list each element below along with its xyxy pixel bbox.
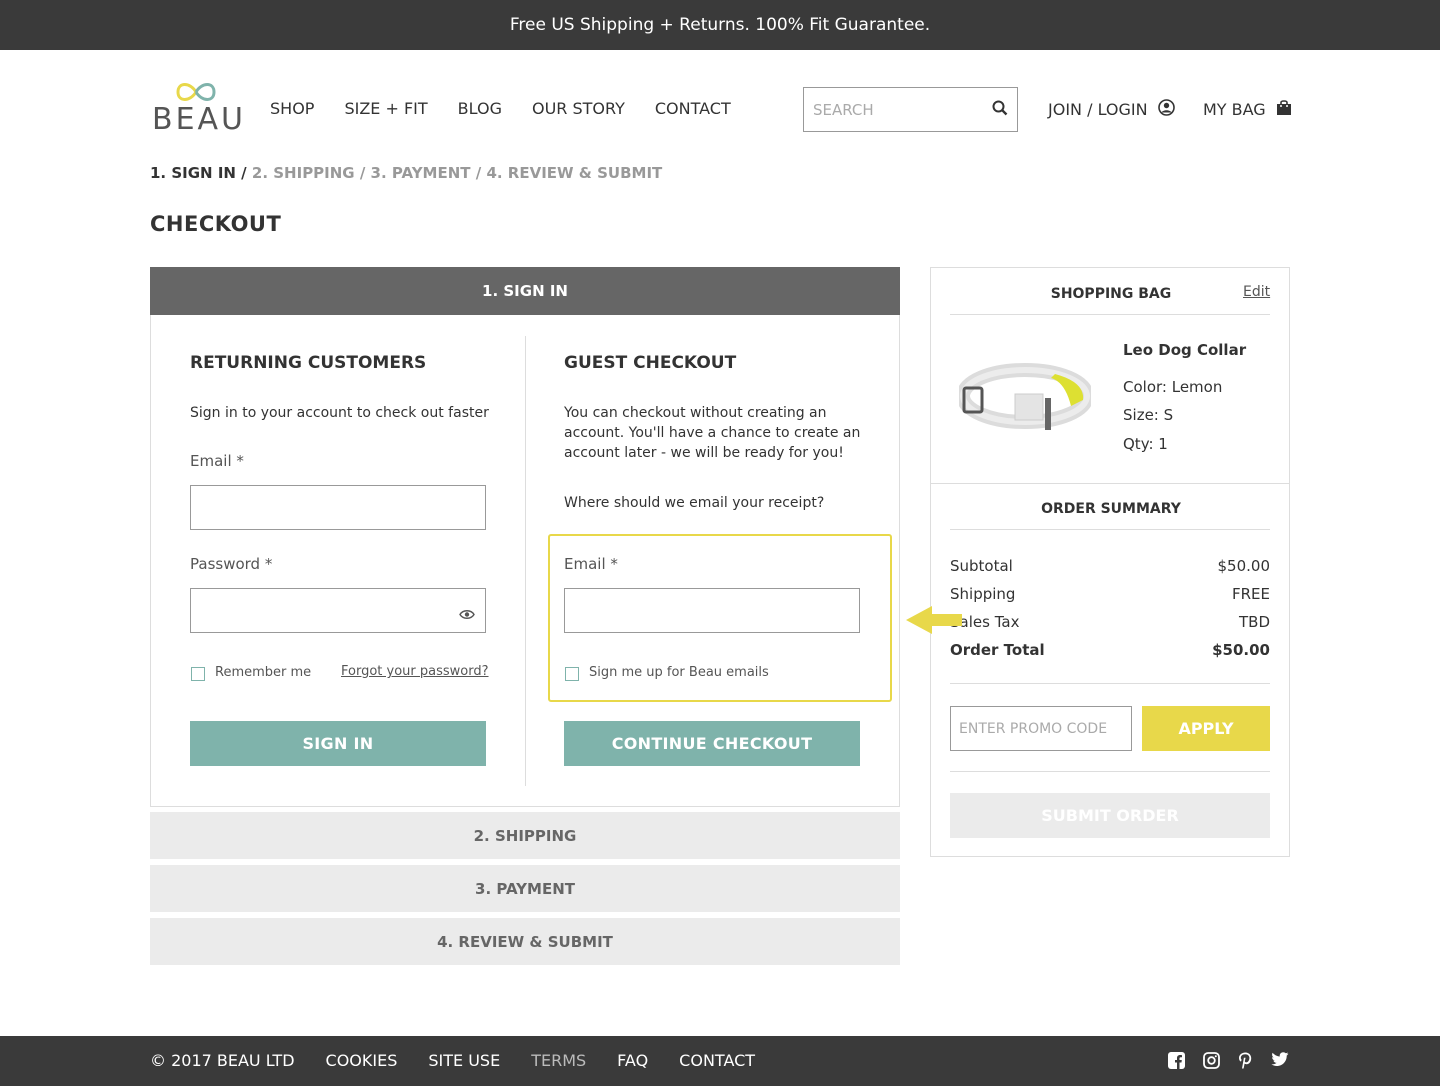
sales-tax-value: TBD [1238, 613, 1270, 631]
user-circle-icon [1157, 99, 1175, 120]
nav-item-shop[interactable]: SHOP [270, 99, 314, 118]
brand-wordmark: BEAU [152, 102, 247, 137]
remember-me-checkbox[interactable] [191, 667, 205, 681]
brand-logo[interactable]: BEAU [150, 80, 243, 137]
remember-me-label: Remember me [215, 665, 312, 680]
returning-customers-text: Sign in to your account to check out fas… [190, 405, 489, 421]
password-field [190, 588, 486, 633]
footer-link-cookies[interactable]: COOKIES [326, 1051, 398, 1070]
returning-email-input[interactable] [191, 486, 485, 529]
shopping-bag-icon [1276, 99, 1292, 120]
receipt-question: Where should we email your receipt? [564, 495, 825, 511]
my-bag-label: MY BAG [1203, 100, 1266, 119]
submit-order-button[interactable]: SUBMIT ORDER [950, 793, 1270, 838]
join-login-label: JOIN / LOGIN [1048, 100, 1148, 119]
nav-item-contact[interactable]: CONTACT [655, 99, 731, 118]
divider [950, 771, 1270, 772]
footer-link-site-use[interactable]: SITE USE [428, 1051, 500, 1070]
breadcrumb-remaining-steps: 2. SHIPPING / 3. PAYMENT / 4. REVIEW & S… [246, 164, 663, 182]
promo-code-input[interactable] [959, 720, 1129, 737]
step-review-submit[interactable]: 4. REVIEW & SUBMIT [150, 918, 900, 965]
apply-promo-button[interactable]: APPLY [1142, 706, 1270, 751]
divider [931, 483, 1289, 484]
facebook-icon[interactable] [1168, 1052, 1185, 1073]
returning-customers-title: RETURNING CUSTOMERS [190, 353, 427, 373]
returning-email-field [190, 485, 486, 530]
step-shipping[interactable]: 2. SHIPPING [150, 812, 900, 859]
product-color: Color: Lemon [1123, 378, 1223, 396]
subtotal-label: Subtotal [950, 557, 1013, 575]
nav-item-our-story[interactable]: OUR STORY [532, 99, 625, 118]
product-size: Size: S [1123, 406, 1174, 424]
search-box [803, 87, 1018, 132]
promo-banner-text: Free US Shipping + Returns. 100% Fit Gua… [509, 15, 931, 35]
step-payment[interactable]: 3. PAYMENT [150, 865, 900, 912]
my-bag-link[interactable]: MY BAG [1203, 99, 1292, 120]
forgot-password-link[interactable]: Forgot your password? [341, 664, 489, 679]
twitter-icon[interactable] [1271, 1052, 1289, 1073]
order-total-row: Order Total $50.00 [950, 641, 1270, 659]
edit-bag-link[interactable]: Edit [1243, 284, 1270, 300]
guest-checkout-title: GUEST CHECKOUT [564, 353, 737, 373]
join-login-link[interactable]: JOIN / LOGIN [1048, 99, 1175, 120]
promo-code-field [950, 706, 1132, 751]
site-footer: © 2017 BEAU LTD COOKIES SITE USE TERMS F… [0, 1036, 1440, 1086]
subtotal-value: $50.00 [1217, 557, 1271, 575]
divider [950, 683, 1270, 684]
page-title: CHECKOUT [150, 212, 282, 236]
social-links [1168, 1052, 1289, 1073]
order-summary-title: ORDER SUMMARY [1041, 501, 1181, 517]
checkout-breadcrumb: 1. SIGN IN / 2. SHIPPING / 3. PAYMENT / … [150, 164, 662, 182]
footer-link-contact[interactable]: CONTACT [679, 1051, 755, 1070]
divider [950, 314, 1270, 315]
nav-item-size-fit[interactable]: SIZE + FIT [344, 99, 427, 118]
product-name[interactable]: Leo Dog Collar [1123, 341, 1246, 359]
subtotal-row: Subtotal $50.00 [950, 557, 1270, 575]
instagram-icon[interactable] [1203, 1052, 1220, 1073]
footer-link-faq[interactable]: FAQ [617, 1051, 648, 1070]
continue-checkout-button[interactable]: CONTINUE CHECKOUT [564, 721, 860, 766]
password-input[interactable] [191, 589, 485, 632]
shipping-label: Shipping [950, 585, 1016, 603]
footer-link-terms[interactable]: TERMS [531, 1051, 586, 1070]
divider [950, 529, 1270, 530]
pointer-arrow-icon [906, 606, 962, 634]
returning-email-label: Email * [190, 452, 244, 470]
password-label: Password * [190, 555, 273, 573]
breadcrumb-active-step: 1. SIGN IN / [150, 164, 247, 182]
guest-checkout-text: You can checkout without creating an acc… [564, 405, 861, 461]
shopping-bag-title: SHOPPING BAG [1050, 286, 1172, 302]
order-sidebar: SHOPPING BAG Edit Leo Dog Collar Color: … [930, 267, 1290, 857]
footer-copyright: © 2017 BEAU LTD [150, 1051, 295, 1070]
product-qty: Qty: 1 [1123, 435, 1168, 453]
promo-banner: Free US Shipping + Returns. 100% Fit Gua… [0, 0, 1440, 50]
shipping-value: FREE [1231, 585, 1270, 603]
column-divider [525, 336, 526, 786]
pinterest-icon[interactable] [1238, 1052, 1253, 1073]
shipping-row: Shipping FREE [950, 585, 1270, 603]
footer-links: © 2017 BEAU LTD COOKIES SITE USE TERMS F… [150, 1051, 755, 1070]
nav-item-blog[interactable]: BLOG [458, 99, 502, 118]
guest-email-highlight [548, 534, 892, 702]
search-icon[interactable] [992, 100, 1008, 120]
product-image[interactable] [959, 360, 1091, 436]
sales-tax-row: Sales Tax TBD [950, 613, 1270, 631]
show-password-eye-icon[interactable] [459, 605, 475, 624]
search-input[interactable] [813, 100, 983, 119]
signin-panel-header[interactable]: 1. SIGN IN [150, 267, 900, 315]
main-nav: SHOP SIZE + FIT BLOG OUR STORY CONTACT [270, 99, 731, 118]
sign-in-button[interactable]: SIGN IN [190, 721, 486, 766]
infinity-logo-icon [176, 83, 216, 101]
order-total-value: $50.00 [1212, 641, 1270, 659]
order-total-label: Order Total [950, 641, 1045, 659]
